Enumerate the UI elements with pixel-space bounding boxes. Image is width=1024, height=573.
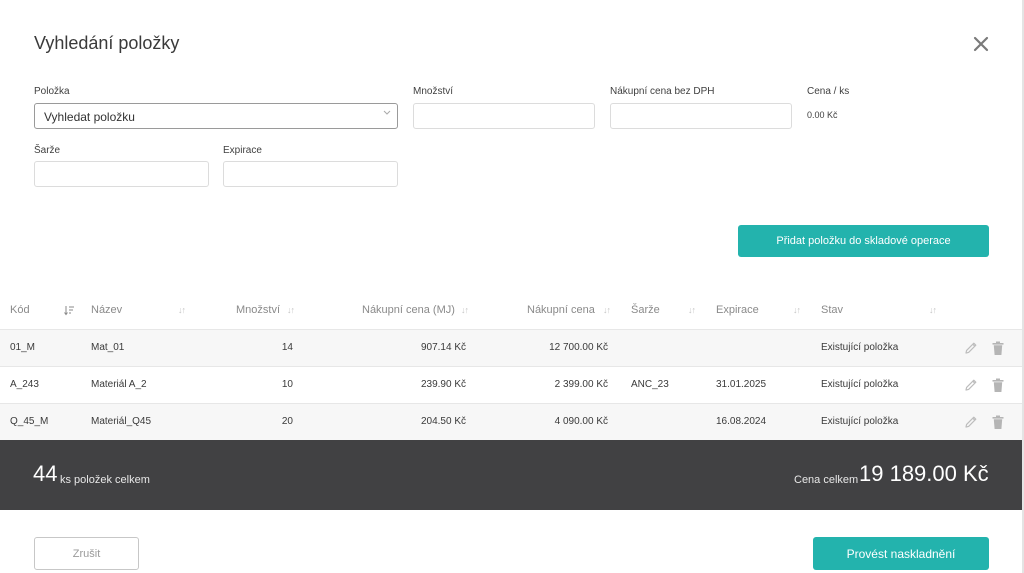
cell-state: Existující položka bbox=[821, 416, 899, 427]
batch-label: Šarže bbox=[34, 145, 61, 156]
expiration-label: Expirace bbox=[223, 145, 262, 156]
expiration-input[interactable] bbox=[223, 161, 398, 187]
cell-code: 01_M bbox=[10, 342, 36, 353]
item-label: Položka bbox=[34, 86, 70, 97]
total-price: 19 189.00 Kč bbox=[859, 461, 989, 486]
cell-state: Existující položka bbox=[821, 342, 899, 353]
column-header-unit-price[interactable]: Nákupní cena (MJ) bbox=[362, 304, 455, 316]
column-header-price[interactable]: Nákupní cena bbox=[527, 304, 595, 316]
cell-quantity: 20 bbox=[281, 416, 293, 427]
table-row: Q_45_M Materiál_Q45 20 204.50 Kč 4 090.0… bbox=[0, 403, 1022, 440]
submit-stock-button[interactable]: Provést naskladnění bbox=[813, 537, 989, 570]
cell-price: 12 700.00 Kč bbox=[549, 342, 608, 353]
pencil-icon[interactable] bbox=[963, 377, 979, 393]
cell-unit-price: 239.90 Kč bbox=[420, 379, 466, 390]
unit-price-label: Cena / ks bbox=[807, 86, 850, 97]
trash-icon[interactable] bbox=[990, 340, 1006, 356]
column-header-batch[interactable]: Šarže bbox=[631, 304, 660, 316]
pencil-icon[interactable] bbox=[963, 414, 979, 430]
cell-batch: ANC_23 bbox=[631, 379, 669, 390]
sort-icon[interactable]: ↓↑ bbox=[178, 305, 186, 315]
total-price-label: Cena celkem bbox=[794, 474, 859, 486]
cell-code: Q_45_M bbox=[10, 416, 49, 427]
table-row: A_243 Materiál A_2 10 239.90 Kč 2 399.00… bbox=[0, 366, 1022, 403]
column-header-code[interactable]: Kód bbox=[10, 304, 30, 316]
quantity-label: Množství bbox=[413, 86, 454, 97]
cell-name: Mat_01 bbox=[91, 342, 125, 353]
cell-quantity: 14 bbox=[281, 342, 293, 353]
cell-expiration: 16.08.2024 bbox=[716, 416, 767, 427]
cell-unit-price: 204.50 Kč bbox=[420, 416, 466, 427]
sort-desc-icon[interactable] bbox=[64, 305, 75, 318]
column-header-quantity[interactable]: Množství bbox=[236, 304, 280, 316]
cell-unit-price: 907.14 Kč bbox=[420, 342, 466, 353]
sort-icon[interactable]: ↓↑ bbox=[603, 305, 611, 315]
close-icon[interactable] bbox=[970, 33, 992, 55]
chevron-down-icon bbox=[383, 108, 391, 118]
item-select-placeholder: Vyhledat položku bbox=[44, 110, 135, 124]
cell-quantity: 10 bbox=[281, 379, 293, 390]
unit-price-value: 0.00 Kč bbox=[807, 110, 838, 120]
cell-name: Materiál_Q45 bbox=[91, 416, 152, 427]
cancel-button[interactable]: Zrušit bbox=[34, 537, 139, 570]
trash-icon[interactable] bbox=[990, 414, 1006, 430]
purchase-price-input[interactable] bbox=[610, 103, 792, 129]
column-header-state[interactable]: Stav bbox=[821, 304, 843, 316]
cell-expiration: 31.01.2025 bbox=[716, 379, 767, 390]
cell-price: 4 090.00 Kč bbox=[554, 416, 608, 427]
table-row: 01_M Mat_01 14 907.14 Kč 12 700.00 Kč Ex… bbox=[0, 329, 1022, 366]
sort-icon[interactable]: ↓↑ bbox=[287, 305, 295, 315]
trash-icon[interactable] bbox=[990, 377, 1006, 393]
total-count: 44 bbox=[33, 461, 58, 486]
item-select[interactable]: Vyhledat položku bbox=[34, 103, 398, 129]
sort-icon[interactable]: ↓↑ bbox=[793, 305, 801, 315]
pencil-icon[interactable] bbox=[963, 340, 979, 356]
add-item-button[interactable]: Přidat položku do skladové operace bbox=[738, 225, 989, 257]
purchase-price-label: Nákupní cena bez DPH bbox=[610, 86, 715, 97]
column-header-name[interactable]: Název bbox=[91, 304, 122, 316]
cell-name: Materiál A_2 bbox=[91, 379, 147, 390]
total-count-label: ks položek celkem bbox=[60, 474, 150, 486]
cell-code: A_243 bbox=[10, 379, 39, 390]
sort-icon[interactable]: ↓↑ bbox=[688, 305, 696, 315]
summary-bar: 44 ks položek celkem Cena celkem 19 189.… bbox=[0, 440, 1022, 510]
column-header-expiration[interactable]: Expirace bbox=[716, 304, 759, 316]
sort-icon[interactable]: ↓↑ bbox=[929, 305, 937, 315]
dialog-title: Vyhledání položky bbox=[34, 33, 180, 53]
sort-icon[interactable]: ↓↑ bbox=[461, 305, 469, 315]
cell-price: 2 399.00 Kč bbox=[554, 379, 608, 390]
quantity-input[interactable] bbox=[413, 103, 595, 129]
batch-input[interactable] bbox=[34, 161, 209, 187]
cell-state: Existující položka bbox=[821, 379, 899, 390]
